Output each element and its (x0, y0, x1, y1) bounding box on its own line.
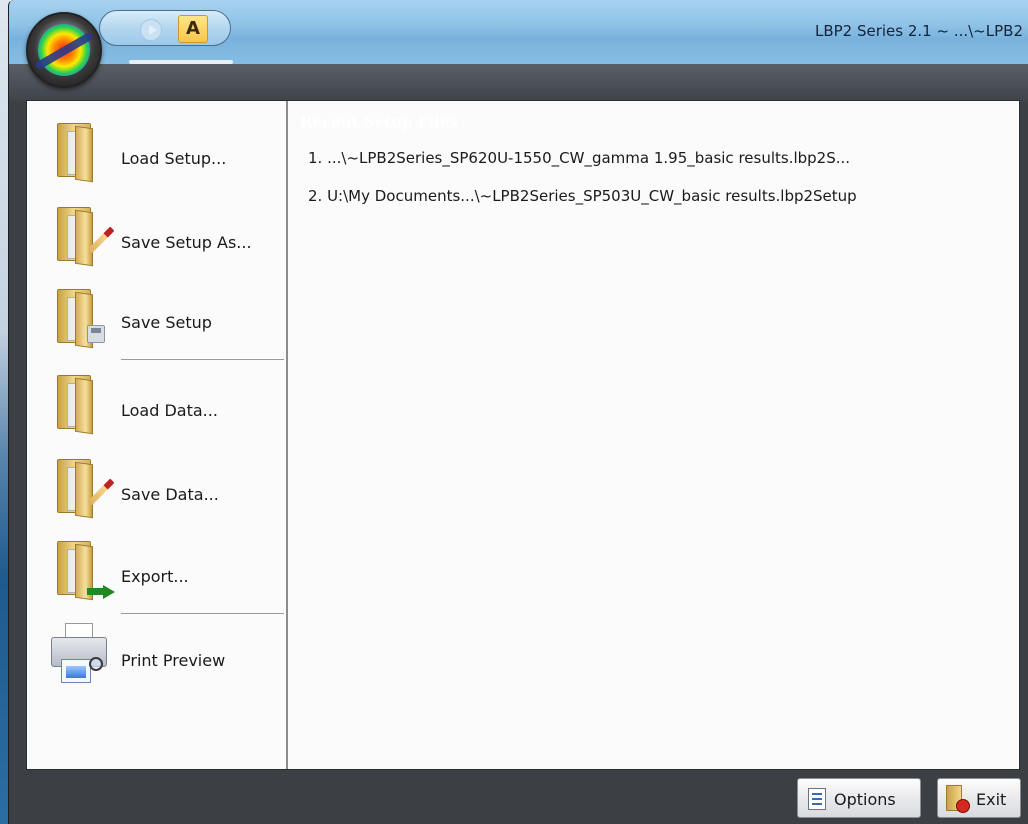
menu-item-print-preview[interactable]: Print Preview (27, 623, 286, 703)
menu-item-export[interactable]: Export... (27, 535, 286, 615)
window-title: LBP2 Series 2.1 ~ ...\~LPB2 (814, 22, 1023, 40)
title-bar: A LBP2 Series 2.1 ~ ...\~LPB2 (9, 0, 1028, 64)
play-icon[interactable] (140, 19, 162, 41)
menu-item-label: Export... (121, 567, 189, 586)
options-button[interactable]: Options (797, 778, 921, 818)
recent-files-header: Recent Setup Files (300, 113, 458, 131)
options-icon (808, 788, 826, 810)
options-button-label: Options (834, 790, 896, 809)
folder-icon (57, 375, 99, 435)
print-preview-icon (49, 623, 109, 687)
recent-file-item[interactable]: 1. ...\~LPB2Series_SP620U-1550_CW_gamma … (308, 149, 850, 167)
exit-button-label: Exit (976, 790, 1007, 809)
folder-edit-icon (57, 459, 115, 519)
menu-item-save-data[interactable]: Save Data... (27, 453, 286, 533)
folder-export-icon (57, 541, 115, 601)
menu-item-load-setup[interactable]: Load Setup... (27, 117, 286, 197)
menu-item-label: Load Data... (121, 401, 218, 420)
exit-icon (946, 785, 970, 813)
menu-item-label: Save Setup As... (121, 233, 252, 252)
menu-item-label: Save Setup (121, 313, 212, 332)
folder-save-icon (57, 289, 105, 349)
application-menu: Load Setup... Save Setup As... Save Setu… (26, 100, 1020, 770)
quick-access-toolbar: A (99, 10, 231, 46)
menu-item-label: Load Setup... (121, 149, 227, 168)
menu-item-label: Print Preview (121, 651, 226, 670)
recent-files-panel: Recent Setup Files 1. ...\~LPB2Series_SP… (290, 101, 1019, 769)
application-menu-button[interactable] (26, 12, 102, 88)
menu-item-label: Save Data... (121, 485, 219, 504)
menu-separator (121, 359, 284, 360)
menu-item-save-setup[interactable]: Save Setup (27, 283, 286, 363)
recent-file-item[interactable]: 2. U:\My Documents...\~LPB2Series_SP503U… (308, 187, 857, 205)
ribbon-strip (9, 64, 1028, 102)
menu-item-save-setup-as[interactable]: Save Setup As... (27, 201, 286, 281)
menu-separator (121, 613, 284, 614)
exit-button[interactable]: Exit (937, 778, 1021, 818)
menu-item-load-data[interactable]: Load Data... (27, 369, 286, 449)
folder-icon (57, 123, 99, 183)
folder-edit-icon (57, 207, 115, 267)
annotate-icon[interactable]: A (178, 15, 208, 43)
menu-commands: Load Setup... Save Setup As... Save Setu… (27, 101, 288, 769)
